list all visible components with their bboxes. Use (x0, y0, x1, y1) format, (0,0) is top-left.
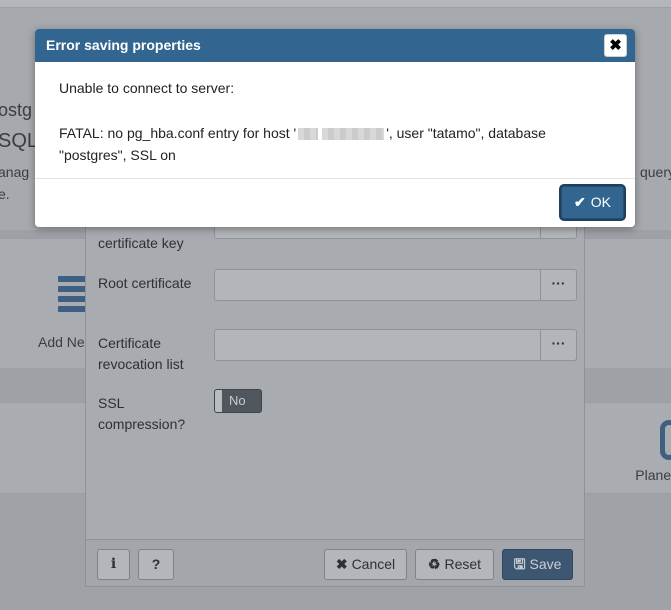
bg-heading-fragment: ostg (0, 100, 33, 120)
floppy-disk-icon: 🖫 (513, 556, 526, 572)
ssl-compression-toggle[interactable]: No (214, 389, 262, 413)
bg-text-fragment: e. (0, 186, 10, 202)
reset-button[interactable]: ♻ Reset (415, 549, 494, 580)
save-button[interactable]: 🖫 Save (502, 549, 573, 580)
redacted-host (298, 128, 319, 141)
bg-text-fragment: anag (0, 164, 30, 180)
check-icon: ✔ (574, 194, 586, 210)
dialog-footer: i ? ✖ Cancel ♻ Reset 🖫 Save (86, 539, 584, 586)
crl-input[interactable] (214, 329, 541, 361)
bg-subheading-fragment: SQL (0, 130, 39, 152)
message-part-3: "postgres", SSL on (59, 147, 176, 163)
top-bar (0, 0, 671, 8)
message-part-1: FATAL: no pg_hba.conf entry for host ' (59, 125, 297, 141)
close-icon: ✖ (609, 37, 622, 54)
alert-divider (35, 178, 635, 179)
planet-link[interactable]: Planet (635, 467, 671, 483)
cancel-label: Cancel (351, 556, 396, 572)
message-part-2: ', user "tatamo", database (386, 125, 546, 141)
alert-title: Error saving properties (46, 37, 201, 53)
error-alert-dialog: Error saving properties ✖ Unable to conn… (35, 29, 635, 227)
crl-browse-button[interactable]: ··· (541, 329, 577, 361)
ok-button[interactable]: ✔ OK (561, 186, 624, 219)
help-button[interactable]: ? (138, 549, 174, 580)
help-icon: ? (151, 556, 161, 572)
toggle-knob (215, 390, 222, 412)
cancel-button[interactable]: ✖ Cancel (324, 549, 407, 580)
redacted-host (322, 128, 385, 141)
cert-key-label: certificate key (98, 235, 184, 251)
info-button[interactable]: i (97, 549, 130, 580)
close-button[interactable]: ✖ (604, 34, 627, 57)
root-cert-input[interactable] (214, 269, 541, 301)
root-cert-label: Root certificate (98, 275, 192, 291)
server-properties-dialog: certificate key ··· Root certificate ···… (85, 207, 585, 587)
ok-label: OK (590, 194, 611, 210)
reset-label: Reset (444, 556, 482, 572)
message-line-2: FATAL: no pg_hba.conf entry for host ' ',… (59, 122, 619, 166)
add-server-icon (58, 276, 88, 322)
crl-label: Certificate revocation list (98, 335, 184, 372)
toggle-value: No (229, 393, 246, 408)
bg-text-fragment: query (639, 164, 671, 180)
alert-header: Error saving properties ✖ (35, 29, 635, 62)
save-label: Save (529, 556, 562, 572)
root-cert-browse-button[interactable]: ··· (541, 269, 577, 301)
message-line-1: Unable to connect to server: (59, 80, 235, 96)
planet-icon (660, 420, 671, 460)
alert-message: Unable to connect to server: FATAL: no p… (59, 80, 619, 166)
recycle-icon: ♻ (427, 556, 441, 572)
ssl-compression-label: SSL compression? (98, 395, 186, 432)
info-icon: i (110, 556, 117, 572)
add-new-server-link[interactable]: Add Ne (38, 334, 85, 350)
close-icon: ✖ (335, 556, 348, 572)
